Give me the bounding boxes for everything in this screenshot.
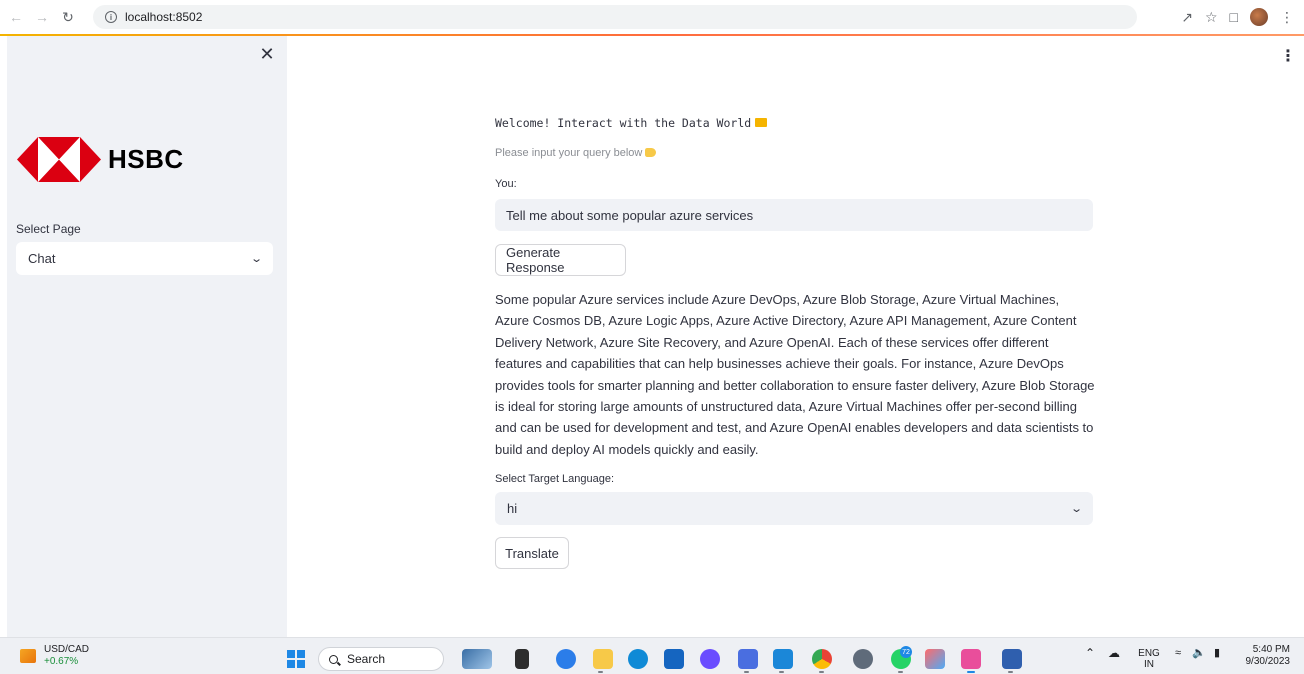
query-hint: Please input your query below [495, 147, 657, 159]
tray-overflow-chevron-icon[interactable]: ⌃ [1085, 647, 1095, 659]
hsbc-hexagon-icon [17, 137, 101, 182]
pointing-hand-icon [645, 148, 657, 157]
welcome-heading: Welcome! Interact with the Data World [495, 116, 768, 130]
whatsapp-badge: 72 [900, 646, 912, 658]
windows-start-icon[interactable] [287, 650, 305, 668]
back-button[interactable]: ← [6, 7, 26, 27]
chevron-down-icon: ⌄ [249, 253, 263, 265]
target-language-select[interactable]: hi ⌄ [495, 492, 1093, 525]
target-language-value: hi [507, 501, 518, 516]
select-page-label: Select Page [16, 222, 81, 236]
task-view-icon[interactable] [515, 649, 529, 669]
teams-chat-icon[interactable] [556, 649, 576, 669]
battery-icon[interactable]: ▮ [1214, 648, 1220, 659]
browser-toolbar: ← → ↻ i localhost:8502 ↗ ☆ □ ⋮ [0, 0, 1304, 34]
page-select[interactable]: Chat ⌄ [16, 242, 273, 275]
ticker-change: +0.67% [44, 656, 79, 667]
ticker-name: USD/CAD [44, 644, 90, 655]
response-text: Some popular Azure services include Azur… [495, 292, 1095, 457]
query-input[interactable]: Tell me about some popular azure service… [495, 199, 1093, 231]
vscode-icon[interactable] [773, 649, 793, 669]
wifi-icon[interactable]: ≈ [1175, 648, 1181, 659]
volume-icon[interactable]: 🔈 [1192, 648, 1206, 659]
welcome-text: Welcome! Interact with the Data World [495, 116, 752, 130]
system-clock[interactable]: 5:40 PM 9/30/2023 [1240, 644, 1291, 668]
folder-icon [755, 118, 768, 127]
forward-button[interactable]: → [32, 7, 52, 27]
address-bar[interactable]: i localhost:8502 [93, 5, 1137, 29]
edge-browser-icon[interactable] [628, 649, 648, 669]
generate-response-button[interactable]: Generate Response [495, 244, 626, 276]
word-icon[interactable] [1002, 649, 1022, 669]
settings-gear-icon[interactable] [853, 649, 873, 669]
search-icon [329, 654, 338, 664]
notepad-icon[interactable] [738, 649, 758, 669]
logo-text: HSBC [108, 144, 184, 174]
bookmark-star-icon[interactable]: ☆ [1205, 9, 1218, 26]
copilot-icon[interactable] [700, 649, 720, 669]
chevron-down-icon: ⌄ [1069, 503, 1083, 515]
clock-time: 5:40 PM [1252, 644, 1290, 655]
currency-chart-icon [20, 649, 36, 663]
language-indicator[interactable]: ENG IN [1138, 648, 1160, 670]
lang-top: ENG [1138, 648, 1160, 659]
share-icon[interactable]: ↗ [1181, 9, 1193, 26]
taskbar-widget-art-icon[interactable] [462, 649, 492, 669]
cloud-icon[interactable]: ☁ [1108, 647, 1120, 659]
translate-button[interactable]: Translate [495, 537, 569, 569]
sidebar: ✕ HSBC Select Page Chat ⌄ [7, 36, 287, 637]
clock-date: 9/30/2023 [1245, 656, 1291, 667]
taskbar-search[interactable]: Search [318, 647, 444, 671]
browser-actions: ↗ ☆ □ ⋮ [1181, 5, 1294, 29]
hsbc-logo: HSBC [17, 137, 184, 182]
chrome-icon[interactable] [812, 649, 832, 669]
you-label: You: [495, 178, 517, 190]
page-select-value: Chat [28, 251, 56, 266]
search-placeholder: Search [347, 652, 386, 666]
mail-icon[interactable] [664, 649, 684, 669]
info-icon[interactable]: i [105, 11, 117, 23]
weather-ticker-widget[interactable]: USD/CAD +0.67% [20, 644, 89, 668]
app-diamond-icon[interactable] [925, 649, 945, 669]
main-menu-icon[interactable]: ⋮ [1280, 46, 1296, 65]
file-explorer-icon[interactable] [593, 649, 613, 669]
query-input-value: Tell me about some popular azure service… [506, 207, 754, 223]
side-panel-icon[interactable]: □ [1230, 9, 1238, 25]
profile-avatar[interactable] [1250, 8, 1268, 26]
windows-taskbar: USD/CAD +0.67% Search 72 ⌃ ☁ ENG IN ≈ 🔈 … [0, 637, 1304, 674]
reload-button[interactable]: ↻ [58, 7, 78, 27]
lang-bottom: IN [1144, 659, 1154, 670]
url-text: localhost:8502 [125, 10, 203, 24]
target-language-label: Select Target Language: [495, 473, 615, 485]
close-sidebar-icon[interactable]: ✕ [258, 45, 276, 63]
browser-menu-icon[interactable]: ⋮ [1280, 9, 1294, 26]
hint-text: Please input your query below [495, 147, 643, 159]
snipping-tool-icon[interactable] [961, 649, 981, 669]
